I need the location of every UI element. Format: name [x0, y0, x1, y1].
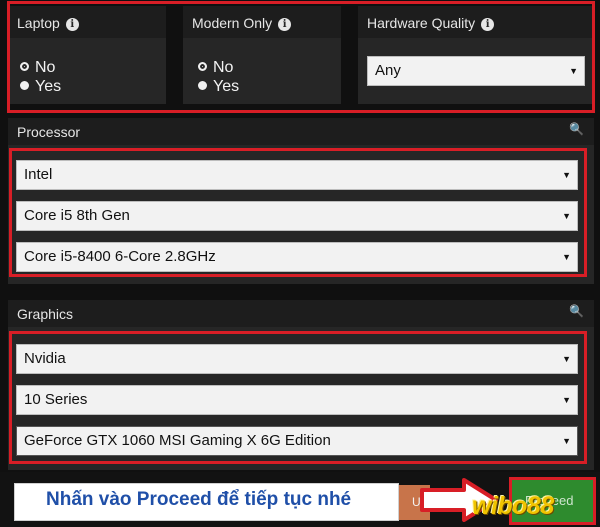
dropdown-arrow-icon: ▼ [562, 211, 571, 221]
instruction-banner: Nhấn vào Proceed để tiếp tục nhé [14, 483, 399, 521]
graphics-model-select[interactable]: GeForce GTX 1060 MSI Gaming X 6G Edition… [16, 426, 578, 456]
processor-title: Processor [17, 124, 81, 140]
wibo88-logo: wibo88 [472, 492, 554, 520]
dropdown-arrow-icon: ▼ [562, 252, 571, 262]
graphics-brand-select[interactable]: Nvidia ▼ [16, 344, 578, 374]
instruction-text: Nhấn vào Proceed để tiếp tục nhé [46, 489, 352, 510]
dropdown-arrow-icon: ▼ [562, 170, 571, 180]
search-icon[interactable]: 🔍 [569, 304, 584, 318]
dropdown-arrow-icon: ▼ [562, 436, 571, 446]
processor-brand-select[interactable]: Intel ▼ [16, 160, 578, 190]
processor-model-select[interactable]: Core i5-8400 6-Core 2.8GHz ▼ [16, 242, 578, 272]
processor-series-select[interactable]: Core i5 8th Gen ▼ [16, 201, 578, 231]
dropdown-arrow-icon: ▼ [562, 395, 571, 405]
search-icon[interactable]: 🔍 [569, 122, 584, 136]
graphics-title: Graphics [17, 306, 74, 322]
graphics-series-select[interactable]: 10 Series ▼ [16, 385, 578, 415]
filters-highlight [7, 1, 595, 113]
dropdown-arrow-icon: ▼ [562, 354, 571, 364]
